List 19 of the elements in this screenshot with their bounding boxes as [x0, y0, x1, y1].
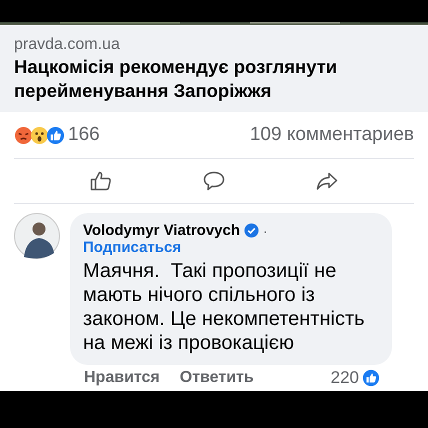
link-domain: pravda.com.ua: [14, 35, 121, 55]
comment-text: Маячня. Такі пропозиції не мають нічого спільного із законом. Це некомпетентність на межі із провокацією: [83, 259, 366, 355]
comment-icon[interactable]: [202, 169, 226, 193]
link-preview[interactable]: pravda.com.ua Нацкомісія рекомендує розглянути перейменування Запоріжжя: [0, 25, 428, 112]
link-title: Нацкомісія рекомендує розглянути перейменування Запоріжжя: [14, 55, 338, 103]
comment-count[interactable]: 109 комментариев: [250, 124, 414, 146]
avatar[interactable]: [14, 213, 60, 259]
wow-reaction-icon: [30, 126, 49, 144]
follow-link[interactable]: Подписаться: [83, 239, 379, 257]
like-reaction-icon: [362, 369, 380, 387]
author-name[interactable]: Volodymyr Viatrovych: [83, 222, 240, 239]
like-count: 220: [330, 368, 359, 388]
comment-action-link[interactable]: Ответить: [180, 369, 254, 387]
angry-reaction-icon: [14, 126, 33, 144]
like-reaction-icon: [46, 126, 65, 144]
comment-action-link[interactable]: Нравится: [84, 369, 160, 387]
thumbs-up-icon[interactable]: [88, 169, 113, 193]
separator-dot: ·: [263, 222, 268, 238]
reaction-count[interactable]: 166: [68, 124, 100, 146]
